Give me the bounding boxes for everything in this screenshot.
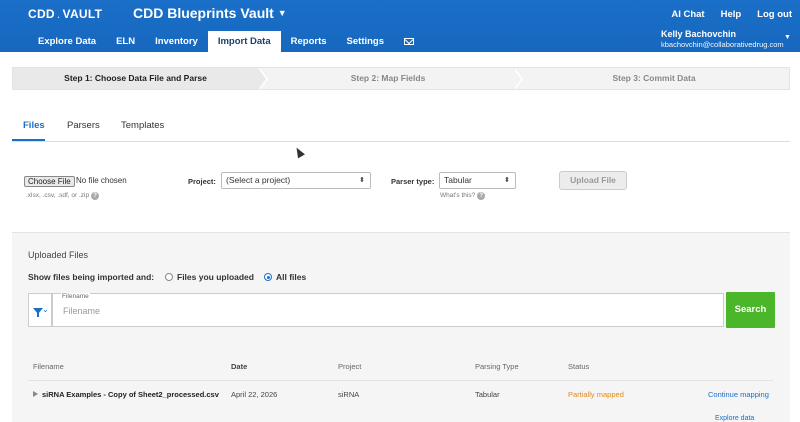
ai-chat-link[interactable]: AI Chat — [671, 9, 704, 20]
filename-field-label: Filename — [61, 293, 90, 300]
vault-title: CDD Blueprints Vault — [133, 5, 274, 21]
uploaded-files-title: Uploaded Files — [28, 250, 89, 260]
continue-mapping-link[interactable]: Continue mapping — [708, 390, 769, 399]
filter-toggle[interactable]: ⌄ — [28, 293, 52, 327]
radio-files-you-uploaded[interactable] — [165, 273, 173, 281]
table-row-project: siRNA — [338, 390, 360, 399]
column-header-status[interactable]: Status — [568, 362, 589, 371]
parser-type-select[interactable]: Tabular ⬍ — [439, 172, 516, 189]
user-menu-caret-icon[interactable]: ▼ — [784, 34, 791, 41]
top-header: CDD. VAULT CDD Blueprints Vault ▼ AI Chat … — [0, 0, 800, 52]
select-arrows-icon: ⬍ — [359, 177, 365, 184]
user-email: kbachovchin@collaborativedrug.com — [661, 40, 784, 49]
file-types-text: .xlsx, .csv, .sdf, or .zip — [26, 192, 90, 199]
column-header-date[interactable]: Date — [231, 362, 247, 371]
project-select[interactable]: (Select a project) ⬍ — [221, 172, 371, 189]
nav-inventory[interactable]: Inventory — [145, 31, 208, 52]
radio-label-all-files[interactable]: All files — [276, 272, 306, 282]
filename-field: Filename — [52, 293, 724, 327]
table-row-filename[interactable]: siRNA Examples - Copy of Sheet2_processe… — [33, 390, 219, 399]
show-files-label: Show files being imported and: — [28, 272, 155, 282]
column-header-project[interactable]: Project — [338, 362, 361, 371]
main-nav: Explore Data ELN Inventory Import Data R… — [28, 31, 424, 52]
filename-input[interactable] — [63, 304, 703, 318]
chevron-down-icon: ▼ — [277, 8, 287, 18]
expand-row-icon[interactable] — [33, 391, 38, 397]
table-divider — [28, 380, 773, 381]
filename-text: siRNA Examples - Copy of Sheet2_processe… — [42, 390, 219, 399]
chevron-down-icon: ⌄ — [42, 305, 49, 314]
no-file-chosen-text: No file chosen — [76, 176, 127, 185]
help-icon[interactable]: ? — [477, 192, 486, 200]
nav-eln[interactable]: ELN — [106, 31, 145, 52]
help-icon[interactable]: ? — [91, 192, 100, 200]
radio-all-files[interactable] — [264, 273, 272, 281]
top-links: AI Chat Help Log out — [671, 9, 792, 20]
project-label: Project: — [188, 177, 216, 186]
nav-settings[interactable]: Settings — [337, 31, 394, 52]
user-menu[interactable]: Kelly Bachovchin kbachovchin@collaborati… — [661, 29, 784, 49]
table-row-date: April 22, 2026 — [231, 390, 278, 399]
vault-switcher[interactable]: CDD Blueprints Vault ▼ — [133, 5, 287, 21]
import-tabs: Files Parsers Templates — [12, 114, 790, 142]
status-badge: Partially mapped — [568, 390, 624, 399]
choose-file-button[interactable]: Choose File — [24, 176, 75, 187]
explore-data-link[interactable]: Explore data — [715, 415, 754, 422]
logo-text-vault: VAULT — [62, 7, 103, 21]
step-2: Step 2: Map Fields — [350, 73, 426, 83]
nav-explore-data[interactable]: Explore Data — [28, 31, 106, 52]
parser-type-value: Tabular — [444, 175, 472, 185]
column-header-filename[interactable]: Filename — [33, 362, 64, 371]
parser-type-label: Parser type: — [391, 177, 435, 186]
whats-this-link[interactable]: What's this? — [440, 192, 475, 199]
mail-icon — [404, 38, 415, 45]
column-header-parsing-type[interactable]: Parsing Type — [475, 362, 519, 371]
tab-templates[interactable]: Templates — [121, 120, 164, 131]
mouse-cursor-icon — [293, 145, 305, 159]
whats-this-hint: What's this?? — [440, 192, 486, 200]
user-name: Kelly Bachovchin — [661, 29, 737, 39]
nav-messages[interactable] — [394, 31, 424, 52]
cdd-vault-logo[interactable]: CDD. VAULT — [28, 7, 102, 21]
nav-reports[interactable]: Reports — [281, 31, 337, 52]
active-tab-indicator — [12, 139, 45, 141]
table-row-parsing-type: Tabular — [475, 390, 500, 399]
logout-link[interactable]: Log out — [757, 9, 792, 20]
step-3: Step 3: Commit Data — [612, 73, 696, 83]
file-types-hint: .xlsx, .csv, .sdf, or .zip? — [26, 192, 100, 200]
tab-files[interactable]: Files — [23, 120, 45, 131]
tab-parsers[interactable]: Parsers — [67, 120, 100, 131]
nav-import-data[interactable]: Import Data — [207, 31, 281, 52]
help-link[interactable]: Help — [721, 9, 742, 20]
import-steps: Step 1: Choose Data File and Parse Step … — [12, 67, 790, 90]
select-arrows-icon: ⬍ — [504, 177, 510, 184]
upload-file-button[interactable]: Upload File — [559, 171, 627, 190]
search-button[interactable]: Search — [726, 292, 775, 328]
step-1: Step 1: Choose Data File and Parse — [13, 68, 258, 89]
radio-label-files-you-uploaded[interactable]: Files you uploaded — [177, 272, 254, 282]
project-select-value: (Select a project) — [226, 175, 291, 185]
logo-text-cdd: CDD — [28, 7, 55, 21]
